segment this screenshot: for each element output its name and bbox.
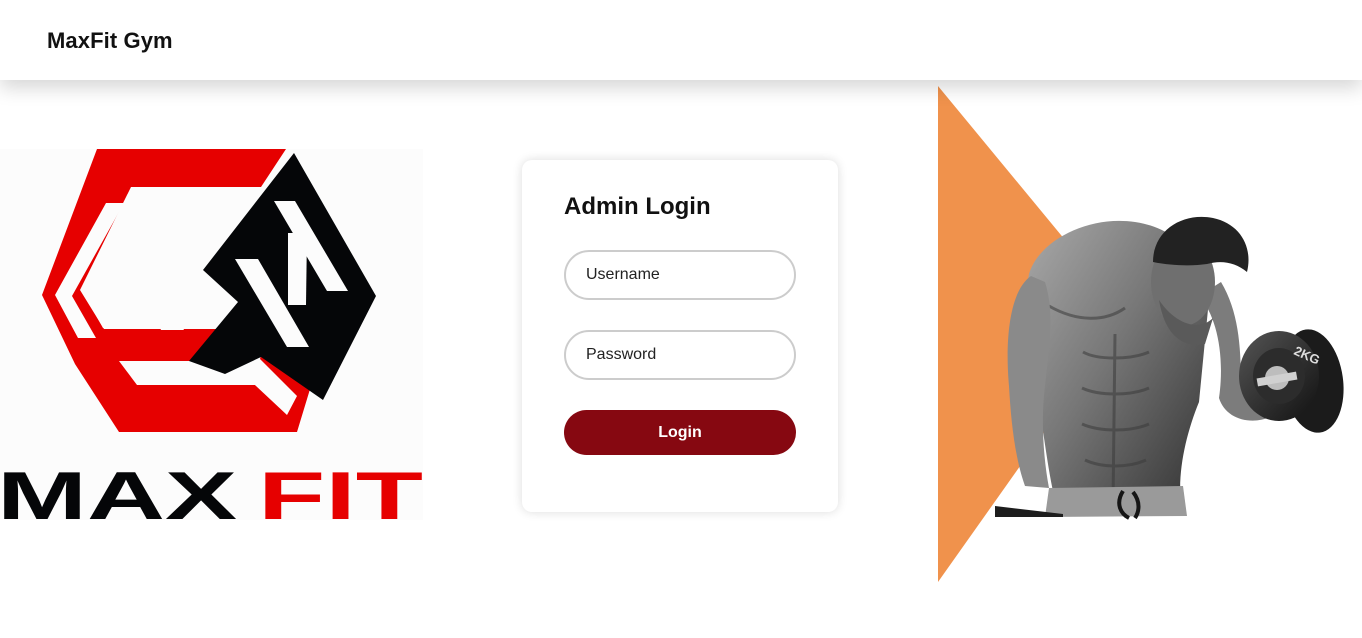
bodybuilder-hero-image: 2KG: [937, 86, 1362, 584]
maxfit-logo-graphic: MAX FIT: [0, 149, 423, 520]
logo-wordmark-max: MAX: [0, 458, 237, 520]
maxfit-logo: MAX FIT: [0, 149, 423, 520]
login-title: Admin Login: [564, 193, 711, 220]
hero-illustration: 2KG: [938, 86, 1344, 582]
logo-wordmark-fit: FIT: [258, 458, 423, 520]
logo-black-mark: [189, 153, 376, 400]
login-button[interactable]: Login: [564, 410, 796, 455]
admin-login-card: Admin Login Login: [522, 160, 838, 512]
brand-title[interactable]: MaxFit Gym: [47, 28, 173, 54]
top-navbar: MaxFit Gym: [0, 0, 1362, 80]
username-input[interactable]: [564, 250, 796, 300]
password-input[interactable]: [564, 330, 796, 380]
